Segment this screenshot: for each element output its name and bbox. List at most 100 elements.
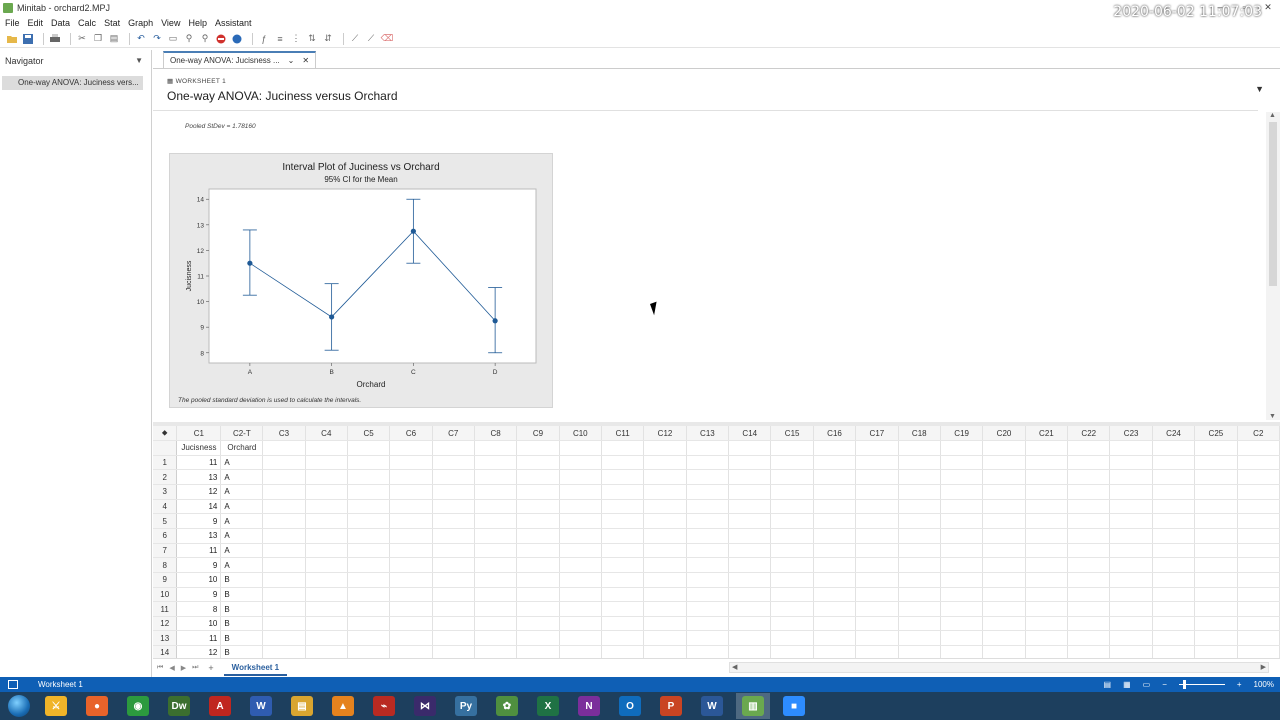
worksheet-cell[interactable] (1025, 601, 1069, 617)
worksheet-cell[interactable] (643, 499, 687, 515)
worksheet-cell[interactable] (982, 601, 1026, 617)
worksheet-cell[interactable] (643, 484, 687, 500)
worksheet-cell[interactable]: 10 (176, 616, 222, 632)
worksheet-cell[interactable] (940, 528, 984, 544)
worksheet-cell[interactable] (262, 630, 306, 647)
worksheet-cell[interactable] (1152, 572, 1196, 588)
worksheet-cell[interactable] (898, 469, 941, 486)
worksheet-cell[interactable] (1194, 513, 1238, 529)
worksheet-cell[interactable] (516, 572, 560, 588)
worksheet-cell[interactable] (813, 528, 857, 544)
print-icon[interactable] (49, 33, 61, 45)
column-name-cell[interactable] (1194, 440, 1238, 456)
worksheet-cell[interactable] (1067, 543, 1111, 559)
worksheet-cell[interactable] (1109, 572, 1153, 588)
taskbar-app[interactable]: ▥ (736, 693, 770, 719)
worksheet-cell[interactable] (305, 484, 348, 500)
worksheet-cell[interactable]: A (220, 469, 264, 486)
worksheet-cell[interactable] (305, 543, 348, 559)
worksheet-cell[interactable]: A (220, 543, 264, 559)
worksheet-cell[interactable]: 13 (176, 528, 222, 544)
worksheet-cell[interactable] (516, 513, 560, 529)
worksheet-cell[interactable] (516, 528, 560, 544)
worksheet-cell[interactable] (982, 499, 1026, 515)
worksheet-cell[interactable] (305, 601, 348, 617)
worksheet-cell[interactable] (686, 528, 730, 544)
worksheet-cell[interactable] (643, 543, 687, 559)
worksheet-cell[interactable] (474, 616, 518, 632)
worksheet-cell[interactable] (855, 587, 899, 603)
column-header[interactable]: C9 (516, 426, 560, 442)
worksheet-cell[interactable]: A (220, 499, 264, 515)
worksheet-cell[interactable] (305, 557, 348, 573)
worksheet-cell[interactable] (559, 557, 602, 573)
worksheet-cell[interactable] (1067, 484, 1111, 500)
worksheet-cell[interactable] (898, 455, 941, 471)
worksheet-cell[interactable] (305, 616, 348, 632)
zoom-out-icon[interactable]: − (1162, 680, 1167, 689)
worksheet-cell[interactable] (770, 484, 814, 500)
worksheet-cell[interactable] (432, 616, 475, 632)
worksheet-cell[interactable] (1109, 587, 1153, 603)
worksheet-cell[interactable] (1237, 616, 1280, 632)
worksheet-cell[interactable]: 12 (176, 645, 222, 658)
worksheet-cell[interactable] (1025, 455, 1069, 471)
worksheet-cell[interactable] (982, 616, 1026, 632)
worksheet-cell[interactable] (1025, 557, 1069, 573)
column-header[interactable]: C22 (1067, 426, 1111, 442)
tab-dropdown-icon[interactable]: ⌄ (288, 56, 295, 65)
worksheet-cell[interactable] (898, 616, 941, 632)
worksheet-cell[interactable] (1237, 601, 1280, 617)
worksheet-cell[interactable] (559, 630, 602, 647)
column-header[interactable]: C11 (601, 426, 645, 442)
worksheet-cell[interactable] (559, 455, 602, 471)
worksheet-cell[interactable] (1109, 645, 1153, 658)
worksheet-cell[interactable] (940, 499, 984, 515)
save-icon[interactable] (22, 33, 34, 45)
column-name-cell[interactable] (1237, 440, 1280, 456)
worksheet-cell[interactable]: 11 (176, 543, 222, 559)
worksheet-cell[interactable] (1025, 469, 1069, 486)
column-header[interactable]: C13 (686, 426, 730, 442)
column-name-cell[interactable] (262, 440, 306, 456)
worksheet-cell[interactable] (813, 543, 857, 559)
horizontal-scrollbar[interactable]: ◀ ▶ (729, 662, 1269, 673)
worksheet-cell[interactable] (1237, 557, 1280, 573)
worksheet-cell[interactable] (1194, 572, 1238, 588)
worksheet-cell[interactable] (940, 616, 984, 632)
column-header[interactable]: C21 (1025, 426, 1069, 442)
worksheet-cell[interactable]: 11 (176, 455, 222, 471)
worksheet-cell[interactable] (813, 513, 857, 529)
worksheet-cell[interactable] (1025, 572, 1069, 588)
worksheet-cell[interactable] (559, 499, 602, 515)
worksheet-cell[interactable] (855, 557, 899, 573)
worksheet-cell[interactable] (389, 543, 433, 559)
worksheet-cell[interactable] (686, 645, 730, 658)
column-header[interactable]: C2 (1237, 426, 1280, 442)
worksheet-cell[interactable] (432, 543, 475, 559)
worksheet-cell[interactable] (347, 616, 391, 632)
worksheet-cell[interactable] (686, 484, 730, 500)
worksheet-cell[interactable] (898, 528, 941, 544)
worksheet-cell[interactable] (347, 499, 391, 515)
worksheet-cell[interactable] (474, 513, 518, 529)
sheet-tab-worksheet-1[interactable]: Worksheet 1 (223, 661, 288, 676)
add-sheet-button[interactable]: + (208, 663, 213, 673)
worksheet-cell[interactable] (813, 557, 857, 573)
worksheet-cell[interactable] (982, 587, 1026, 603)
worksheet-cell[interactable] (559, 484, 602, 500)
worksheet-cell[interactable] (1109, 616, 1153, 632)
worksheet-cell[interactable] (813, 455, 857, 471)
worksheet-cell[interactable] (305, 469, 348, 486)
row-header[interactable]: 5 (153, 513, 178, 529)
worksheet-cell[interactable] (1109, 543, 1153, 559)
worksheet-cell[interactable] (686, 513, 730, 529)
worksheet-cell[interactable] (770, 587, 814, 603)
worksheet-cell[interactable] (1067, 528, 1111, 544)
worksheet-cell[interactable] (1237, 645, 1280, 658)
column-header[interactable]: C25 (1194, 426, 1238, 442)
menu-stat[interactable]: Stat (104, 18, 120, 28)
close-icon[interactable]: ✕ (302, 56, 309, 65)
column-header[interactable]: C12 (643, 426, 687, 442)
output-view-icon[interactable]: ▤ (1104, 680, 1112, 689)
